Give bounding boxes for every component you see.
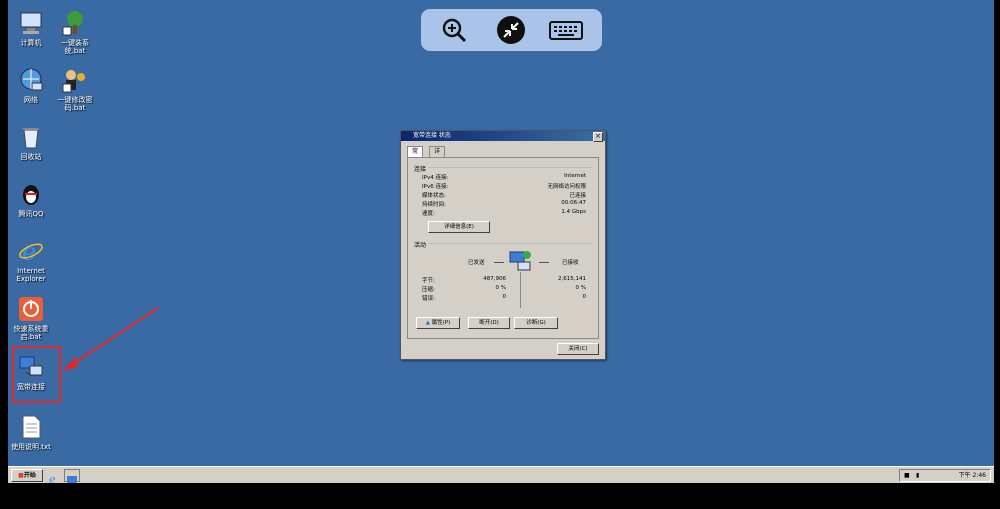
remote-desktop-screen: 计算机 一键装系统.bat 网络 一键修改密码.bat 回收站 腾讯QQ e I… [8,0,994,482]
divider [428,167,592,168]
properties-label: 属性(P) [431,320,451,326]
divider [428,243,592,244]
tab-panel-general: 连接 IPv4 连接: Internet IPv6 连接: 无网络访问权限 媒体… [407,157,599,339]
start-label: 开始 [23,472,36,479]
speed-value: 1.4 Gbps [561,209,586,215]
media-state-label: 媒体状态: [422,193,446,199]
recycle-bin-icon [18,124,44,150]
keyboard-icon[interactable] [548,15,584,45]
dialog-title: 宽带连接 状态 [413,132,451,139]
ipv6-label: IPv6 连接: [422,184,449,190]
ipv4-value: Internet [564,173,586,179]
users-key-icon [62,67,88,93]
desktop-icon-readme-txt[interactable]: 使用说明.txt [8,414,54,451]
network-computers-icon [508,250,534,272]
activity-divider [520,272,521,308]
activity-group-label: 活动 [414,242,427,249]
desktop-icon-internet-explorer[interactable]: e Internet Explorer [8,238,54,283]
bytes-received: 2,615,141 [558,276,586,282]
speed-label: 速度: [422,211,435,217]
desktop-icon-network[interactable]: 网络 [8,67,54,104]
bytes-sent: 487,906 [483,276,506,282]
highlight-box [12,346,61,403]
qq-penguin-icon [18,181,44,207]
remote-control-toolbar [421,9,602,51]
received-line [539,262,549,263]
desktop-icon-computer[interactable]: 计算机 [8,10,54,47]
tab-details[interactable]: 详细信息 [429,146,446,185]
compression-sent: 0 % [495,285,506,291]
zoom-in-icon[interactable] [438,15,470,45]
properties-button[interactable]: ▲ 属性(P) [416,317,460,329]
tray-volume-icon[interactable]: ▮ [916,470,919,481]
ipv4-label: IPv4 连接: [422,175,449,181]
close-icon[interactable]: × [593,132,603,142]
desktop-icon-recycle-bin[interactable]: 回收站 [8,124,54,161]
connection-group-label: 连接 [414,166,427,173]
desktop-icon-qq[interactable]: 腾讯QQ [8,181,54,218]
quicklaunch-ie-icon[interactable]: e [48,469,60,486]
svg-text:e: e [49,473,56,484]
computer-icon [18,10,44,36]
power-icon [18,296,44,322]
compression-received: 0 % [575,285,586,291]
desktop-icon-quick-restart-bat[interactable]: 快速系统重启.bat [8,296,54,341]
tray-network-icon[interactable]: ■ [904,470,910,481]
collapse-arrows-icon[interactable] [495,15,527,45]
ie-icon: e [18,238,44,266]
received-label: 已接收 [562,260,579,266]
duration-label: 持续时间: [422,202,446,208]
desktop-icon-install-system-bat[interactable]: 一键装系统.bat [52,10,98,55]
media-state-value: 已连接 [569,193,586,199]
compression-label: 压缩: [422,287,435,293]
taskbar: ■开始 e ■ ▮ 下午 2:46 [8,466,994,486]
shield-icon: ▲ [425,320,430,326]
connection-status-dialog: 宽带连接 状态 × 常规 详细信息 连接 IPv4 连接: Internet I… [400,130,606,360]
errors-sent: 0 [502,294,507,300]
errors-label: 错误: [422,296,435,302]
duration-value: 00:06:47 [561,200,586,206]
close-button[interactable]: 关闭(C) [557,343,599,355]
text-file-icon [18,414,44,440]
errors-received: 0 [582,294,587,300]
sent-line [494,262,504,263]
bytes-label: 字节: [422,278,435,284]
ipv6-value: 无网络访问权限 [547,184,586,190]
dialog-titlebar[interactable]: 宽带连接 状态 × [401,131,605,142]
clock[interactable]: 下午 2:46 [959,470,986,481]
tree-icon [62,10,88,36]
network-icon [18,67,44,93]
svg-text:e: e [22,238,36,264]
sent-label: 已发送 [468,260,485,266]
quicklaunch-network-icon[interactable] [64,469,80,483]
diagnose-button[interactable]: 诊断(G) [514,317,558,329]
disconnect-button[interactable]: 断开(D) [468,317,510,329]
start-button[interactable]: ■开始 [11,469,43,482]
desktop-icon-change-password-bat[interactable]: 一键修改密码.bat [52,67,98,112]
system-tray: ■ ▮ 下午 2:46 [899,469,991,482]
details-button[interactable]: 详细信息(E) [428,221,490,233]
annotation-arrow [62,307,159,371]
